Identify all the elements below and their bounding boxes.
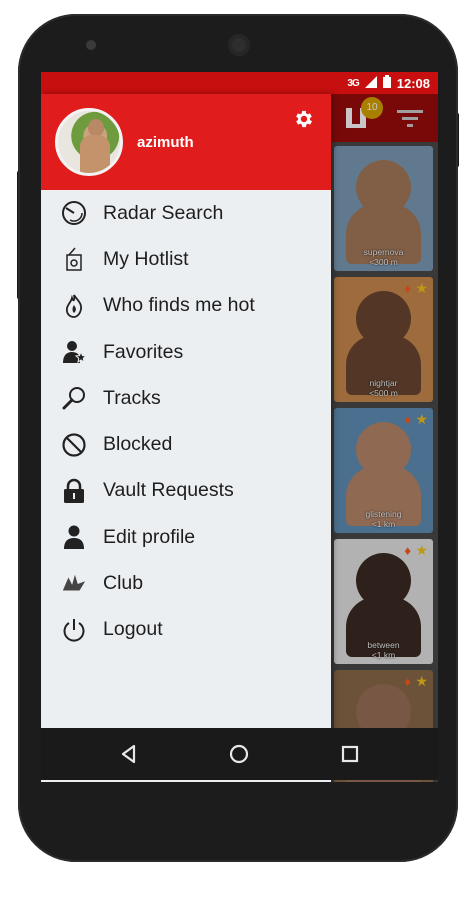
profile-caption: between <1 km (334, 640, 433, 660)
menu-label: Radar Search (103, 201, 224, 224)
favorites-icon (61, 339, 87, 365)
star-icon: ★ (415, 280, 428, 296)
menu-label: Club (103, 572, 144, 595)
menu-item-favorites[interactable]: Favorites (41, 329, 331, 375)
menu-label: Favorites (103, 340, 184, 363)
star-icon: ★ (415, 542, 428, 558)
screen: 3G 12:08 10 supernova <300 m ♦ ★ nightjar <50… (41, 72, 438, 782)
navigation-drawer: azimuth Radar Search My Hotlist Who find… (41, 94, 331, 782)
profile-name: supernova (363, 247, 404, 257)
drawer-header: azimuth (41, 94, 331, 190)
menu-item-tracks[interactable]: Tracks (41, 375, 331, 421)
profile-distance: <1 km (371, 519, 396, 529)
front-camera (228, 34, 250, 56)
profile-name: glistening (365, 509, 402, 519)
profile-tile[interactable]: ♦ ★ glistening <1 km (334, 408, 433, 533)
clock: 12:08 (396, 75, 430, 91)
profile-grid: supernova <300 m ♦ ★ nightjar <500 m ♦ ★ glisten… (331, 142, 438, 782)
username: azimuth (137, 134, 194, 151)
menu-item-who-finds-me-hot[interactable]: Who finds me hot (41, 283, 331, 329)
menu-label: Tracks (103, 386, 161, 409)
flame-icon (61, 293, 87, 319)
menu-label: Who finds me hot (103, 294, 255, 317)
flame-icon: ♦ (404, 543, 411, 558)
profile-name: between (367, 640, 400, 650)
profile-distance: <300 m (369, 257, 398, 267)
menu-item-club[interactable]: Club (41, 560, 331, 606)
signal-icon (364, 75, 377, 91)
menu-item-my-hotlist[interactable]: My Hotlist (41, 236, 331, 282)
drawer-menu: Radar Search My Hotlist Who finds me hot… (41, 190, 331, 653)
back-icon[interactable] (117, 742, 141, 766)
menu-label: Vault Requests (103, 479, 234, 502)
settings-gear-icon[interactable] (293, 108, 315, 134)
recents-icon[interactable] (338, 742, 362, 766)
profile-caption: nightjar <500 m (334, 378, 433, 398)
flame-icon: ♦ (404, 674, 411, 689)
avatar[interactable] (55, 108, 123, 176)
profile-tile[interactable]: supernova <300 m (334, 146, 433, 271)
battery-icon (382, 75, 391, 91)
user-icon (61, 524, 87, 550)
notification-badge: 10 (361, 97, 383, 119)
radar-icon (61, 200, 87, 226)
flame-icon: ♦ (404, 412, 411, 427)
power-icon (61, 617, 87, 643)
home-icon[interactable] (227, 742, 251, 766)
profile-tile[interactable]: ♦ ★ between <1 km (334, 539, 433, 664)
system-nav-bar (41, 728, 438, 780)
lock-icon (61, 478, 87, 504)
signal-label: 3G (347, 77, 359, 89)
menu-item-blocked[interactable]: Blocked (41, 421, 331, 467)
hotlist-icon (61, 246, 87, 272)
front-sensor (86, 40, 96, 50)
star-icon: ★ (415, 411, 428, 427)
profile-caption: supernova <300 m (334, 247, 433, 267)
star-icon: ★ (415, 673, 428, 689)
profile-distance: <1 km (371, 650, 396, 660)
filter-icon[interactable] (397, 108, 423, 133)
menu-label: My Hotlist (103, 247, 189, 270)
profile-caption: glistening <1 km (334, 509, 433, 529)
blocked-icon (61, 432, 87, 458)
club-icon (61, 571, 87, 597)
menu-label: Blocked (103, 433, 173, 456)
profile-distance: <500 m (369, 388, 398, 398)
profile-tile[interactable]: ♦ ★ nightjar <500 m (334, 277, 433, 402)
menu-item-vault-requests[interactable]: Vault Requests (41, 468, 331, 514)
tracks-icon (61, 385, 87, 411)
flame-icon: ♦ (404, 281, 411, 296)
menu-label: Logout (103, 618, 163, 641)
menu-item-edit-profile[interactable]: Edit profile (41, 514, 331, 560)
status-bar: 3G 12:08 (41, 72, 438, 94)
menu-item-logout[interactable]: Logout (41, 607, 331, 653)
menu-label: Edit profile (103, 525, 196, 548)
profile-name: nightjar (369, 378, 398, 388)
menu-item-radar-search[interactable]: Radar Search (41, 190, 331, 236)
